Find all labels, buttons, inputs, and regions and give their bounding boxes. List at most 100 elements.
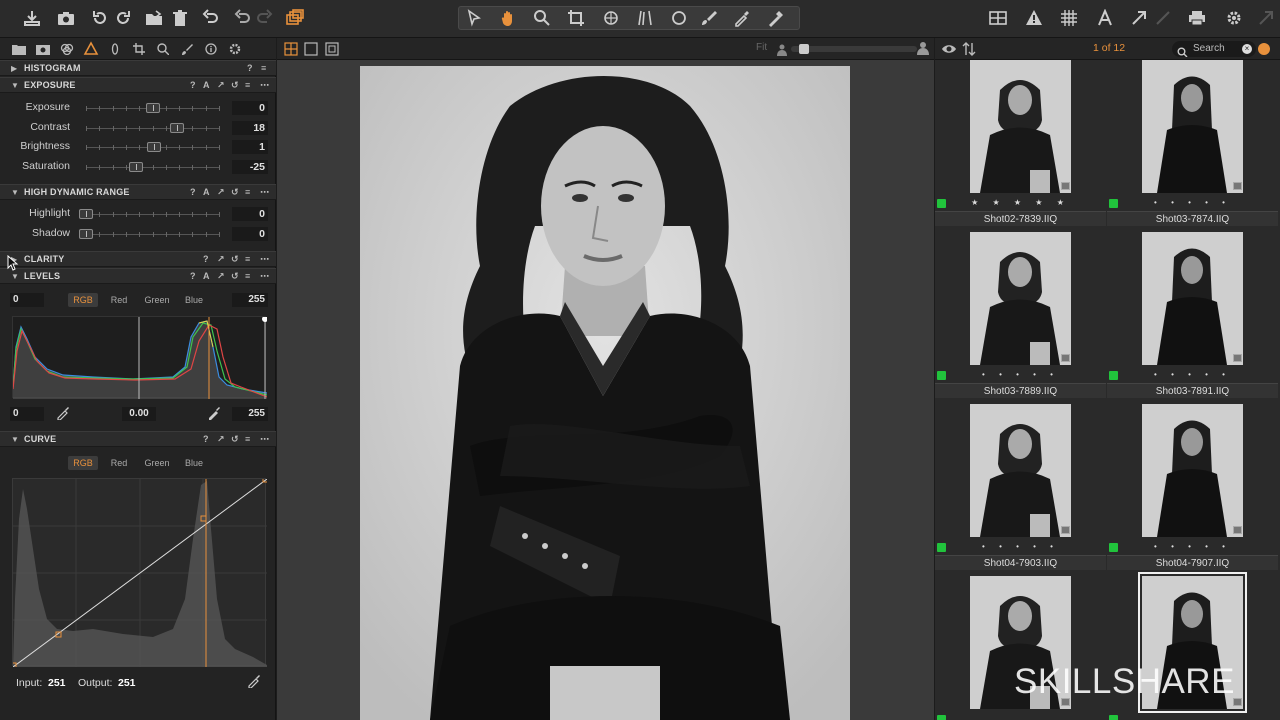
color-tab-icon[interactable] [60,42,74,56]
exposure-slider-track[interactable] [86,142,220,153]
hdr-slider-value[interactable]: 0 [232,207,268,221]
thumbnail-image[interactable] [1142,60,1243,193]
thumbnail-image[interactable] [970,60,1071,193]
clarity-section-header[interactable]: ▶ CLARITY ? ↗ ↺ ≡ ⋯ [0,251,276,267]
star-rating[interactable] [1107,714,1278,720]
variants-icon[interactable] [285,8,305,28]
black-point-picker-icon[interactable] [56,406,70,421]
exposure-slider-track[interactable] [86,122,220,133]
camera-icon[interactable] [56,8,76,28]
clear-search-icon[interactable]: × [1242,44,1252,54]
grid-view-icon[interactable] [988,8,1008,28]
exposure-tab-icon[interactable] [83,41,99,55]
curve-editor[interactable] [10,476,269,669]
thumbnail-item[interactable]: • • • • • Shot03-7874.IIQ [1107,60,1278,232]
exposure-slider-handle[interactable] [147,142,162,153]
folder-move-icon[interactable] [144,8,164,28]
presets-icon[interactable]: ≡ [245,434,250,444]
thumbnail-image[interactable] [1142,404,1243,537]
more-icon[interactable]: ⋯ [260,254,269,265]
thumbnail-image[interactable] [1142,232,1243,365]
exposure-slider-handle[interactable] [146,103,160,113]
sort-icon[interactable] [962,42,976,56]
crop-icon[interactable] [566,8,586,28]
levels-output-low[interactable]: 0 [10,407,44,421]
print-icon[interactable] [1187,8,1207,28]
star-rating[interactable]: • • • • • [1107,542,1278,554]
auto-icon[interactable]: A [203,80,210,90]
single-view-icon[interactable] [304,42,318,56]
undo-step-icon[interactable] [232,8,252,28]
curve-section-header[interactable]: ▼ CURVE ? ↗ ↺ ≡ ⋯ [0,431,276,447]
reset-icon[interactable]: ↺ [231,187,239,198]
thumbnail-item[interactable]: ★ ★ ★ ★ ★ Shot02-7839.IIQ [935,60,1106,232]
levels-output-high[interactable]: 255 [232,407,268,421]
import-icon[interactable] [22,8,42,28]
presets-icon[interactable]: ≡ [245,80,250,90]
exposure-slider-value[interactable]: 18 [232,120,268,135]
search-field[interactable]: Search × [1172,41,1256,58]
presets-icon[interactable]: ≡ [245,271,250,281]
color-picker-icon[interactable] [732,8,752,28]
more-icon[interactable]: ⋯ [260,434,269,445]
help-icon[interactable]: ? [203,254,209,264]
hdr-slider-handle[interactable] [79,228,93,239]
exposure-slider-handle[interactable] [170,122,185,133]
copy-apply-icon[interactable]: ↗ [217,187,225,198]
reset-icon[interactable]: ↺ [231,254,239,265]
copy-apply-icon[interactable]: ↗ [217,80,225,91]
hdr-slider-track[interactable] [79,228,220,239]
levels-midtone[interactable]: 0.00 [122,407,156,421]
cursor-arrow-icon[interactable] [1256,8,1276,28]
help-icon[interactable]: ? [203,434,209,444]
help-icon[interactable]: ? [190,187,196,197]
exposure-section-header[interactable]: ▼ EXPOSURE ? A ↗ ↺ ≡ ⋯ [0,77,276,93]
auto-icon[interactable]: A [203,187,210,197]
library-tab-icon[interactable] [12,42,26,55]
curve-tab-rgb[interactable]: RGB [68,456,98,470]
settings-gear-icon[interactable] [1224,8,1244,28]
eye-icon[interactable] [941,42,957,56]
curve-picker-icon[interactable] [247,674,261,689]
zoom-icon[interactable] [532,8,552,28]
histogram-section-header[interactable]: ▶ HISTOGRAM ? ≡ [0,60,276,76]
auto-icon[interactable]: A [203,271,210,281]
zoom-slider-handle[interactable] [799,44,809,54]
exposure-slider-handle[interactable] [129,162,144,173]
text-overlay-icon[interactable] [1095,8,1115,28]
fit-label[interactable]: Fit [756,42,767,53]
hdr-slider-value[interactable]: 0 [232,226,268,241]
star-rating[interactable]: • • • • • [1107,370,1278,382]
thumbnail-item[interactable]: • • • • • Shot04-7907.IIQ [1107,404,1278,576]
reset-icon[interactable]: ↺ [231,271,239,282]
levels-tab-red[interactable]: Red [104,293,134,307]
hdr-section-header[interactable]: ▼ HIGH DYNAMIC RANGE ? A ↗ ↺ ≡ ⋯ [0,184,276,200]
levels-tab-blue[interactable]: Blue [178,293,210,307]
star-rating[interactable]: • • • • • [935,370,1106,382]
image-viewer[interactable] [277,60,934,720]
more-icon[interactable]: ⋯ [260,271,269,282]
details-tab-icon[interactable] [157,42,170,56]
star-rating[interactable]: • • • • • [935,542,1106,554]
white-point-picker-icon[interactable] [207,406,221,420]
thumbnail-item[interactable]: • • • • • Shot04-7903.IIQ [935,404,1106,576]
exposure-slider-track[interactable] [86,103,220,113]
reset-icon[interactable]: ↺ [231,80,239,91]
thumbnail-item[interactable]: • • • • • Shot03-7891.IIQ [1107,232,1278,404]
star-rating[interactable]: • • • • • [1107,198,1278,210]
exposure-slider-track[interactable] [86,162,220,173]
capture-tab-icon[interactable] [36,42,50,55]
brush-icon[interactable] [699,8,719,28]
curve-tab-green[interactable]: Green [140,456,174,470]
lens-tab-icon[interactable] [110,42,120,55]
copy-apply-icon[interactable]: ↗ [217,434,225,445]
copy-apply-icon[interactable]: ↗ [217,254,225,265]
redo-icon[interactable] [255,8,275,28]
multi-view-icon[interactable] [284,42,298,56]
metadata-tab-icon[interactable] [205,42,217,55]
zoom-slider[interactable] [791,44,917,54]
thumbnail-item[interactable]: • • • • • Shot03-7889.IIQ [935,232,1106,404]
levels-input-high[interactable]: 255 [232,293,268,307]
levels-input-low[interactable]: 0 [10,293,44,307]
output-tab-icon[interactable] [229,42,241,55]
